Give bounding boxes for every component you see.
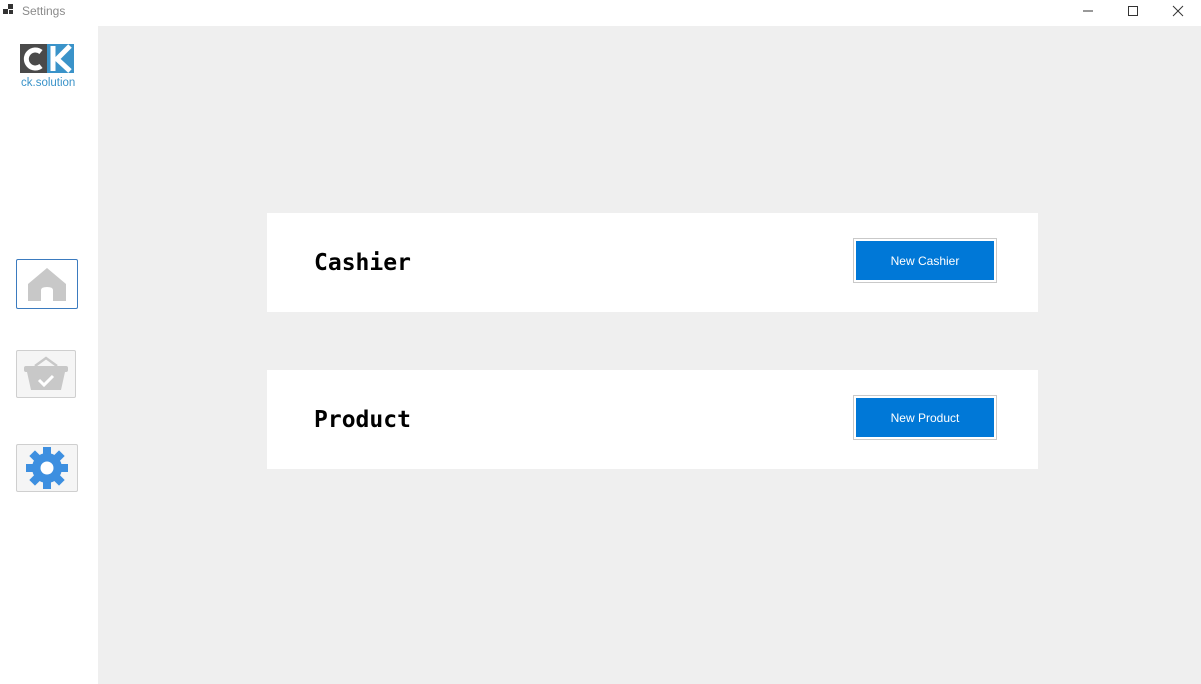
brand-name: ck.solution (21, 77, 76, 89)
sidebar-item-home[interactable] (16, 259, 78, 309)
new-product-button-label: New Product (856, 398, 994, 437)
title-bar: Settings (0, 0, 1201, 26)
sidebar-item-settings[interactable] (16, 444, 78, 492)
app-icon (3, 4, 13, 14)
app-window: Settings ck.solution Cashier New Cashier… (0, 0, 1201, 684)
section-title-product: Product (314, 407, 411, 433)
minimize-button[interactable] (1066, 0, 1110, 22)
basket-check-icon (24, 356, 68, 390)
new-cashier-button[interactable]: New Cashier (853, 238, 997, 283)
minimize-icon (1083, 10, 1093, 12)
close-icon (1172, 5, 1184, 17)
sidebar-item-basket[interactable] (16, 350, 76, 398)
home-icon (28, 268, 66, 301)
gear-icon (26, 447, 68, 489)
new-cashier-button-label: New Cashier (856, 241, 994, 280)
new-product-button[interactable]: New Product (853, 395, 997, 440)
section-title-cashier: Cashier (314, 250, 411, 276)
close-button[interactable] (1156, 0, 1200, 22)
main-content: Cashier New Cashier Product New Product (98, 26, 1201, 684)
sidebar: ck.solution (0, 26, 98, 684)
product-section: Product New Product (267, 370, 1038, 469)
cashier-section: Cashier New Cashier (267, 213, 1038, 312)
maximize-icon (1128, 6, 1138, 16)
window-title: Settings (22, 4, 66, 18)
maximize-button[interactable] (1111, 0, 1155, 22)
